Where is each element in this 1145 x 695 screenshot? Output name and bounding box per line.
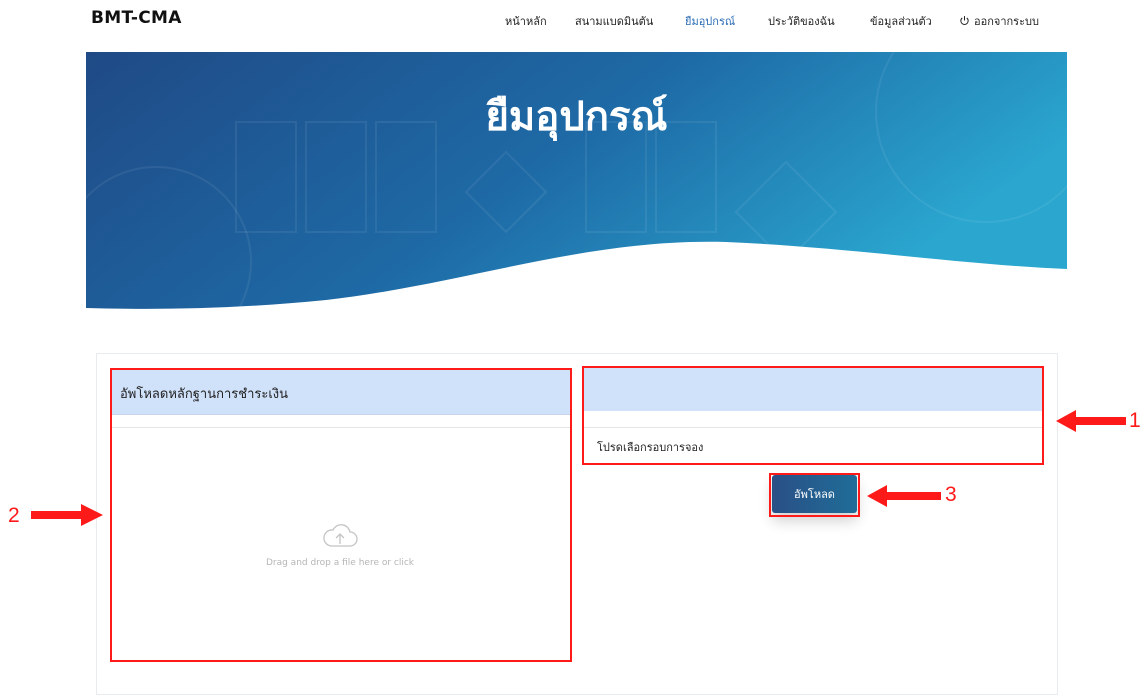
nav-item-home[interactable]: หน้าหลัก — [505, 12, 547, 30]
page-title: ยืมอุปกรณ์ — [485, 94, 668, 140]
hero-banner: ยืมอุปกรณ์ — [86, 52, 1067, 314]
nav-item-badminton-court[interactable]: สนามแบดมินตัน — [575, 12, 653, 30]
annotation-arrow-2 — [31, 504, 103, 526]
annotation-box-3 — [769, 473, 860, 517]
power-icon — [960, 16, 969, 25]
nav-item-logout[interactable]: ออกจากระบบ — [959, 12, 1039, 30]
nav-item-logout-label: ออกจากระบบ — [974, 15, 1039, 28]
annotation-arrow-3 — [867, 485, 941, 507]
annotation-arrow-1 — [1056, 410, 1126, 432]
nav-item-my-history[interactable]: ประวัติของฉัน — [768, 12, 835, 30]
annotation-label-3: 3 — [945, 483, 957, 506]
main-nav: หน้าหลัก สนามแบดมินตัน ยืมอุปกรณ์ ประวัต… — [0, 12, 1145, 32]
annotation-box-1 — [582, 366, 1044, 465]
annotation-label-2: 2 — [8, 504, 20, 527]
top-navbar: BMT-CMA หน้าหลัก สนามแบดมินตัน ยืมอุปกรณ… — [0, 0, 1145, 52]
annotation-box-2 — [110, 368, 572, 662]
annotation-label-1: 1 — [1129, 409, 1141, 432]
nav-item-borrow-equipment[interactable]: ยืมอุปกรณ์ — [685, 12, 735, 30]
nav-item-profile[interactable]: ข้อมูลส่วนตัว — [870, 12, 932, 30]
